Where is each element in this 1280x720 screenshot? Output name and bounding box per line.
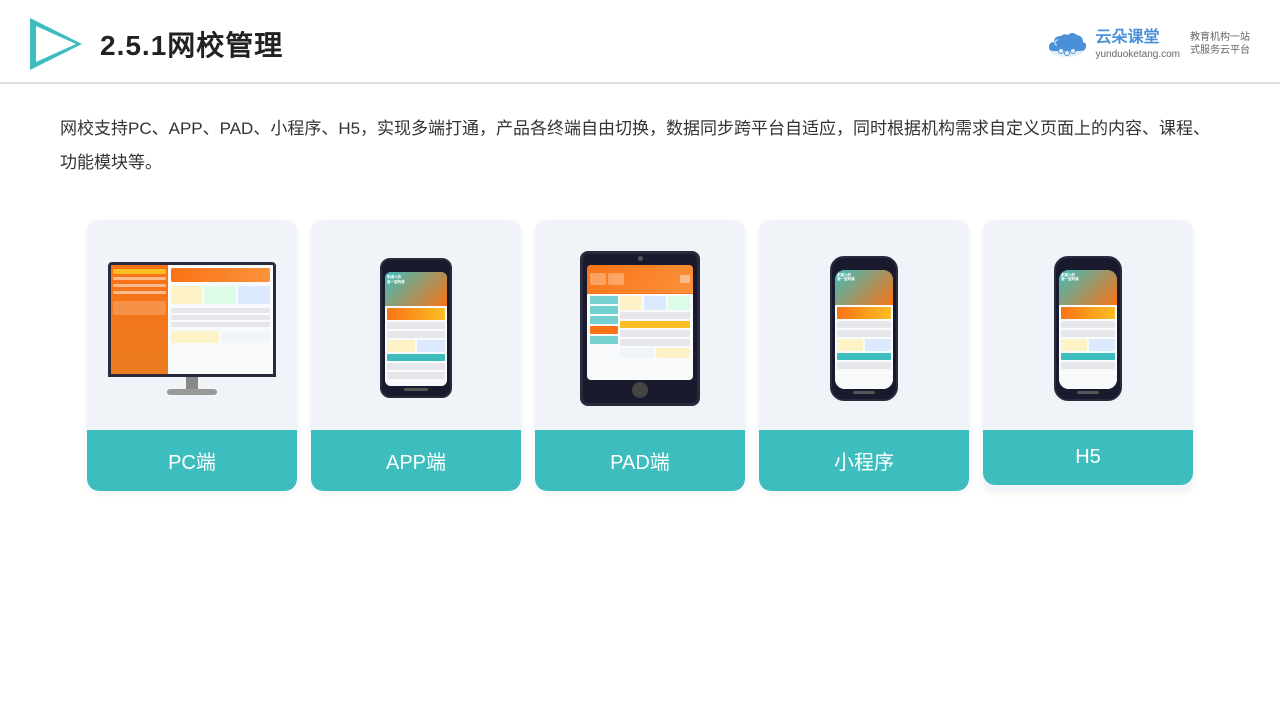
thin-phone-h5-notch (1077, 263, 1099, 267)
phone-home-bar (404, 388, 428, 391)
description-text: 网校支持PC、APP、PAD、小程序、H5，实现多端打通，产品各终端自由切换，数… (0, 84, 1280, 190)
card-miniprogram: 职通人的第一堂判课 (759, 220, 969, 491)
thin-phone-miniprogram: 职通人的第一堂判课 (830, 256, 898, 401)
cards-container: PC端 职通人的第一堂判课 (0, 190, 1280, 521)
card-h5-label: H5 (983, 430, 1193, 485)
thin-phone-h5-home-bar (1077, 391, 1099, 394)
tablet-camera (638, 256, 643, 261)
phone-device-app: 职通人的第一堂判课 (380, 258, 452, 398)
phone-screen: 职通人的第一堂判课 (385, 272, 447, 386)
brand-tagline: 教育机构一站 式服务云平台 (1190, 31, 1250, 57)
tablet-screen (587, 265, 693, 380)
card-app: 职通人的第一堂判课 (311, 220, 521, 491)
monitor-screen (108, 262, 276, 377)
thin-phone-h5-screen: 职通人的第一堂判课 (1059, 270, 1117, 389)
phone-notch (406, 263, 426, 268)
tablet-home-button (632, 382, 648, 398)
brand-logo: 云朵课堂 yunduoketang.com 教育机构一站 式服务云平台 (1045, 28, 1250, 60)
card-pc: PC端 (87, 220, 297, 491)
brand-cloud-icon (1045, 29, 1089, 59)
card-miniprogram-image: 职通人的第一堂判课 (759, 220, 969, 430)
card-app-label: APP端 (311, 430, 521, 491)
brand-info: 云朵课堂 yunduoketang.com (1095, 28, 1180, 60)
thin-phone-home-bar (853, 391, 875, 394)
thin-phone-screen: 职通人的第一堂判课 (835, 270, 893, 389)
thin-phone-notch (853, 263, 875, 267)
card-pc-label: PC端 (87, 430, 297, 491)
header: 2.5.1网校管理 云朵课堂 yunduoketang.com 教育机构一站 式… (0, 0, 1280, 84)
brand-name: 云朵课堂 (1095, 28, 1180, 47)
card-miniprogram-label: 小程序 (759, 430, 969, 491)
card-pc-image (87, 220, 297, 430)
monitor-device (108, 262, 276, 395)
card-pad-label: PAD端 (535, 430, 745, 491)
card-h5-image: 职通人的第一堂判课 (983, 220, 1193, 430)
header-right: 云朵课堂 yunduoketang.com 教育机构一站 式服务云平台 (1045, 28, 1250, 60)
card-h5: 职通人的第一堂判课 (983, 220, 1193, 491)
header-left: 2.5.1网校管理 (30, 18, 283, 70)
logo-icon (30, 18, 82, 70)
page-title: 2.5.1网校管理 (100, 24, 283, 64)
card-pad: PAD端 (535, 220, 745, 491)
tablet-device (580, 251, 700, 406)
card-pad-image (535, 220, 745, 430)
brand-domain: yunduoketang.com (1095, 49, 1180, 60)
card-app-image: 职通人的第一堂判课 (311, 220, 521, 430)
monitor-content (111, 265, 273, 374)
thin-phone-h5: 职通人的第一堂判课 (1054, 256, 1122, 401)
